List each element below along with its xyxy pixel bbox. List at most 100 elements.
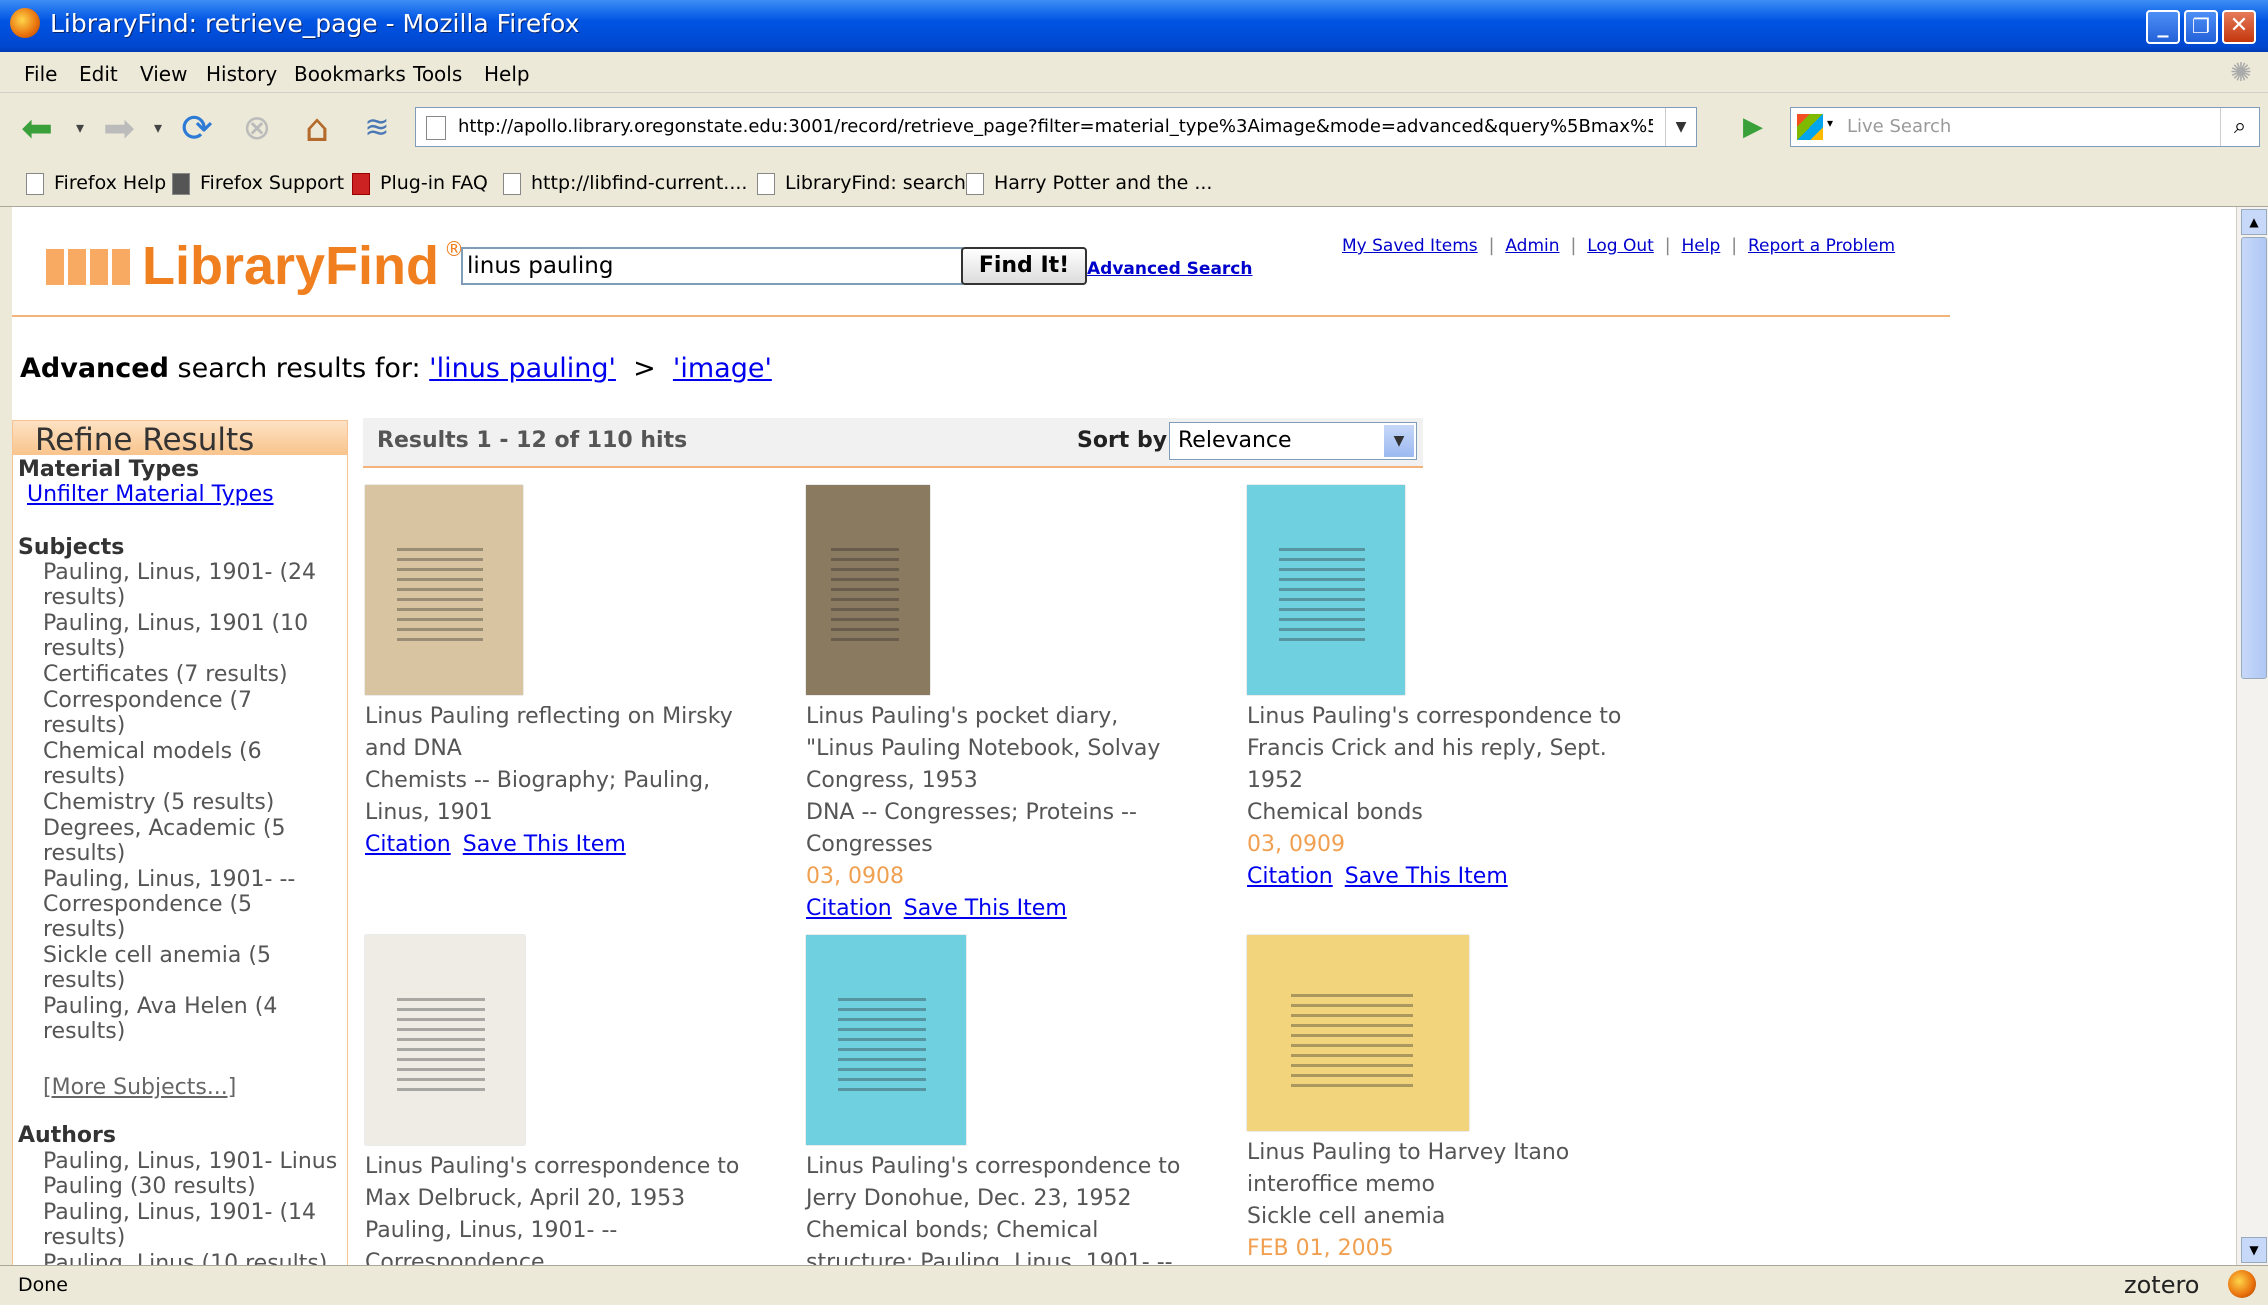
- home-icon[interactable]: ⌂: [294, 105, 340, 151]
- results-bar: Results 1 - 12 of 110 hits Sort by: Rele…: [363, 418, 1423, 468]
- menu-file[interactable]: File: [24, 62, 57, 86]
- bookmark-firefox-help[interactable]: Firefox Help: [26, 172, 166, 195]
- result-thumbnail[interactable]: [365, 485, 523, 695]
- result-text-line: DNA -- Congresses; Proteins --: [806, 800, 1137, 825]
- search-box[interactable]: ▾ Live Search ⌕: [1790, 107, 2260, 147]
- subject-facet[interactable]: Pauling, Linus, 1901 (10 results): [43, 611, 343, 661]
- query-link[interactable]: 'linus pauling': [429, 353, 616, 384]
- back-dropdown-icon[interactable]: ▾: [60, 105, 100, 151]
- subject-facet[interactable]: Degrees, Academic (5 results): [43, 816, 343, 866]
- citation-link[interactable]: Citation: [1247, 864, 1333, 889]
- author-facet-line: Pauling, Linus, 1901- Linus: [43, 1149, 338, 1174]
- result-thumbnail[interactable]: [365, 935, 525, 1145]
- bookmark-harry-potter[interactable]: Harry Potter and the ...: [966, 172, 1212, 195]
- subject-facet-line: Pauling, Linus, 1901- --: [43, 867, 296, 892]
- more-subjects-link[interactable]: [More Subjects...]: [43, 1075, 236, 1100]
- close-button[interactable]: ✕: [2222, 10, 2256, 44]
- search-input-value[interactable]: linus pauling: [467, 253, 613, 279]
- minimize-button[interactable]: _: [2146, 10, 2180, 44]
- back-arrow-icon[interactable]: ⬅: [14, 105, 60, 151]
- vertical-scrollbar[interactable]: ▲ ▼: [2236, 207, 2268, 1265]
- author-facet[interactable]: Pauling, Linus, 1901- Linus Pauling (30 r…: [43, 1149, 343, 1199]
- reload-icon[interactable]: ⟳: [174, 105, 220, 151]
- subject-facet[interactable]: Pauling, Linus, 1901- (24 results): [43, 560, 343, 610]
- result-thumbnail[interactable]: [806, 935, 966, 1145]
- subject-facet-line: results): [43, 917, 126, 942]
- menu-bookmarks[interactable]: Bookmarks: [294, 62, 406, 86]
- log-out-link[interactable]: Log Out: [1587, 236, 1654, 256]
- status-text: Done: [18, 1274, 68, 1296]
- scroll-up-icon[interactable]: ▲: [2241, 209, 2267, 235]
- citation-link[interactable]: Citation: [365, 832, 451, 857]
- citation-link[interactable]: Citation: [806, 896, 892, 921]
- sort-value[interactable]: Relevance: [1178, 428, 1292, 453]
- author-facet[interactable]: Pauling, Linus, 1901- (14 results): [43, 1200, 343, 1250]
- my-saved-items-link[interactable]: My Saved Items: [1342, 236, 1478, 256]
- help-link[interactable]: Help: [1682, 236, 1721, 256]
- subject-facet[interactable]: Chemical models (6 results): [43, 739, 343, 789]
- bookmark-libraryfind-search[interactable]: LibraryFind: search: [757, 172, 966, 195]
- scroll-thumb[interactable]: [2241, 237, 2267, 679]
- engine-dropdown-icon[interactable]: ▾: [1827, 116, 1833, 130]
- search-input[interactable]: linus pauling: [461, 247, 963, 285]
- menu-tools[interactable]: Tools: [413, 62, 462, 86]
- result-thumbnail[interactable]: [1247, 935, 1469, 1131]
- result-text-line: 1952: [1247, 768, 1303, 793]
- search-engine-icon[interactable]: [1797, 114, 1823, 140]
- admin-link[interactable]: Admin: [1505, 236, 1559, 256]
- subject-facet-line: Correspondence (7: [43, 688, 253, 713]
- author-facet[interactable]: Pauling, Linus (10 results): [43, 1251, 343, 1265]
- result-text-line: Pauling, Linus, 1901- --: [365, 1218, 618, 1243]
- subject-facet[interactable]: Pauling, Linus, 1901- -- Correspondence (…: [43, 867, 343, 942]
- restore-button[interactable]: ❐: [2184, 10, 2218, 44]
- menu-view[interactable]: View: [140, 62, 187, 86]
- subject-facet-line: results): [43, 636, 126, 661]
- forward-arrow-icon[interactable]: ➡: [96, 105, 142, 151]
- menu-help[interactable]: Help: [484, 62, 530, 86]
- thumbnail-text-line: [396, 598, 484, 601]
- report-problem-link[interactable]: Report a Problem: [1748, 236, 1895, 256]
- bookmark-firefox-support[interactable]: Firefox Support: [172, 172, 344, 195]
- subject-facet[interactable]: Chemistry (5 results): [43, 790, 343, 815]
- thumbnail-text-line: [397, 1078, 485, 1081]
- bookmark-libfind-current[interactable]: http://libfind-current....: [503, 172, 747, 195]
- filter-link[interactable]: 'image': [673, 353, 772, 384]
- url-bar[interactable]: http://apollo.library.oregonstate.edu:30…: [415, 107, 1697, 147]
- sidebar-header: Refine Results: [13, 421, 347, 458]
- zine-icon: [172, 172, 190, 195]
- advanced-search-link[interactable]: Advanced Search: [1087, 259, 1252, 279]
- menu-history[interactable]: History: [206, 62, 277, 86]
- sort-dropdown-icon[interactable]: ▼: [1384, 425, 1414, 457]
- thumbnail-text-line: [838, 1048, 926, 1051]
- bookmark-label: LibraryFind: search: [785, 172, 966, 194]
- forward-dropdown-icon[interactable]: ▾: [138, 105, 178, 151]
- feed-icon[interactable]: ≋: [354, 105, 400, 151]
- menu-bar: File Edit View History Bookmarks Tools H…: [0, 52, 2268, 93]
- result-thumbnail[interactable]: [806, 485, 930, 695]
- thumbnail-text-line: [1278, 588, 1366, 591]
- thumbnail-text-line: [396, 568, 484, 571]
- url-dropdown-icon[interactable]: ▼: [1665, 108, 1696, 146]
- go-arrow-icon[interactable]: ▶: [1735, 109, 1771, 145]
- save-item-link[interactable]: Save This Item: [904, 896, 1067, 921]
- sort-select[interactable]: Relevance ▼: [1169, 422, 1417, 460]
- unfilter-material-link[interactable]: Unfilter Material Types: [27, 482, 274, 507]
- bookmark-plugin-faq[interactable]: Plug-in FAQ: [352, 172, 488, 195]
- stop-icon[interactable]: ⊗: [234, 105, 280, 151]
- separator: |: [1658, 235, 1677, 256]
- save-item-link[interactable]: Save This Item: [1345, 864, 1508, 889]
- find-it-button[interactable]: Find It!: [961, 247, 1087, 285]
- subject-facet[interactable]: Pauling, Ava Helen (4 results): [43, 994, 343, 1044]
- subject-facet[interactable]: Correspondence (7 results): [43, 688, 343, 738]
- search-placeholder[interactable]: Live Search: [1847, 116, 1951, 137]
- result-thumbnail[interactable]: [1247, 485, 1405, 695]
- menu-edit[interactable]: Edit: [79, 62, 118, 86]
- result-text-line: "Linus Pauling Notebook, Solvay: [806, 736, 1161, 761]
- scroll-down-icon[interactable]: ▼: [2241, 1237, 2267, 1263]
- zotero-label[interactable]: zotero: [2124, 1271, 2199, 1299]
- subject-facet[interactable]: Sickle cell anemia (5 results): [43, 943, 343, 993]
- search-magnifier-icon[interactable]: ⌕: [2220, 108, 2259, 146]
- save-item-link[interactable]: Save This Item: [463, 832, 626, 857]
- subject-facet[interactable]: Certificates (7 results): [43, 662, 343, 687]
- url-text[interactable]: http://apollo.library.oregonstate.edu:30…: [458, 116, 1653, 137]
